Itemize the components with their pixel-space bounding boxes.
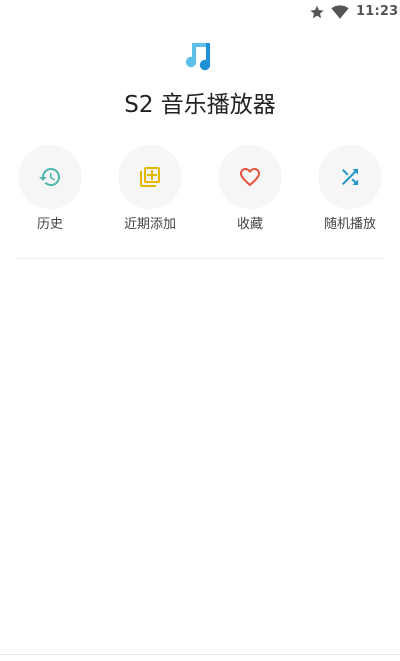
history-button[interactable]: 历史 <box>10 145 90 239</box>
status-time: 11:23 <box>356 4 399 19</box>
app-title: S2 音乐播放器 <box>124 92 276 118</box>
history-icon <box>39 168 61 186</box>
shuffle-icon <box>342 169 358 185</box>
recently-added-label: 近期添加 <box>123 217 176 232</box>
heart-icon <box>240 168 260 187</box>
favorites-circle[interactable] <box>218 145 282 209</box>
quick-actions: 历史 近期添加 收藏 随机播放 <box>0 145 400 245</box>
bottom-divider <box>0 654 400 655</box>
recently-added-circle[interactable] <box>118 145 182 209</box>
playlist-add-icon <box>140 167 160 187</box>
favorites-button[interactable]: 收藏 <box>210 145 290 239</box>
wifi-icon <box>331 5 349 19</box>
shuffle-play-button[interactable]: 随机播放 <box>310 145 390 239</box>
status-bar: 11:23 <box>0 0 400 24</box>
divider <box>16 258 384 259</box>
favorites-label: 收藏 <box>236 217 263 232</box>
music-note-icon <box>185 43 211 71</box>
history-label: 历史 <box>36 217 63 232</box>
shuffle-play-label: 随机播放 <box>323 217 376 232</box>
star-icon <box>310 5 324 19</box>
shuffle-play-circle[interactable] <box>318 145 382 209</box>
history-circle[interactable] <box>18 145 82 209</box>
recently-added-button[interactable]: 近期添加 <box>110 145 190 239</box>
